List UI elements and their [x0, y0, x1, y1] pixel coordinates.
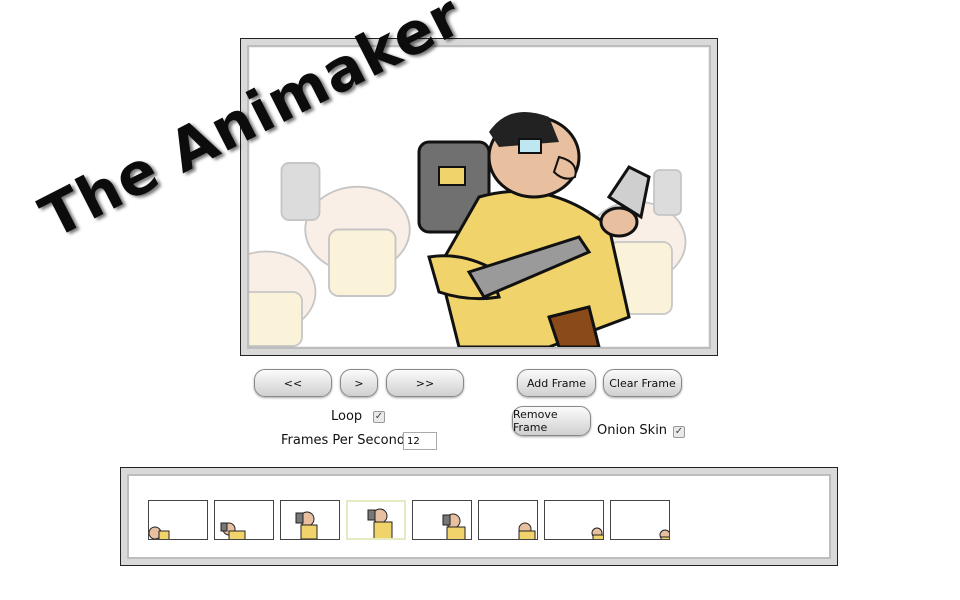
frame-thumbnail-5[interactable]: [412, 500, 472, 540]
frame-thumbnail-6[interactable]: [478, 500, 538, 540]
previous-frame-button[interactable]: <<: [254, 369, 332, 397]
frame-thumbnail-7[interactable]: [544, 500, 604, 540]
filmstrip-inner: [127, 474, 831, 559]
character-drawing: [417, 112, 651, 347]
frame-thumbnail-3[interactable]: [280, 500, 340, 540]
clear-frame-button[interactable]: Clear Frame: [603, 369, 682, 397]
loop-label: Loop: [331, 409, 363, 424]
add-frame-button[interactable]: Add Frame: [517, 369, 596, 397]
fps-label: Frames Per Second: [281, 433, 406, 448]
onion-skin-label: Onion Skin: [597, 423, 668, 438]
frame-thumbnail-2[interactable]: [214, 500, 274, 540]
fps-input[interactable]: [403, 432, 437, 450]
loop-checkbox[interactable]: ✓: [373, 411, 385, 423]
frame-thumbnail-8[interactable]: [610, 500, 670, 540]
onion-skin-checkbox[interactable]: ✓: [673, 426, 685, 438]
frame-thumbnail-4-current[interactable]: [346, 500, 406, 540]
play-button[interactable]: >: [340, 369, 378, 397]
frame-thumbnail-1[interactable]: [148, 500, 208, 540]
remove-frame-button[interactable]: Remove Frame: [512, 406, 591, 436]
next-frame-button[interactable]: >>: [386, 369, 464, 397]
filmstrip-panel: [120, 467, 838, 566]
